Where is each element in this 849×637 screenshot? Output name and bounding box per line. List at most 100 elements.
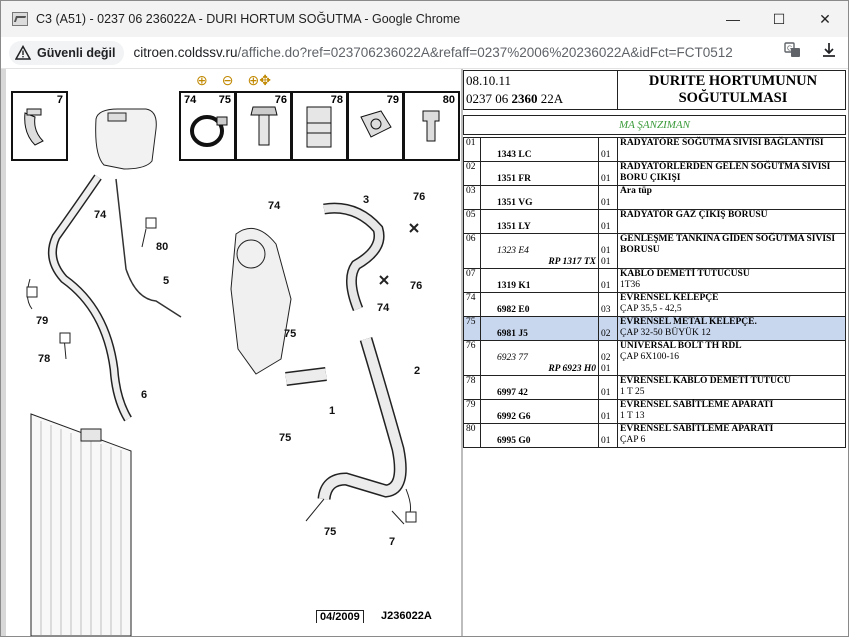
page-content: ⊕ ⊖ ⊕✥ 7 74 75 76 78 79 80 74 80 5 79 78…	[1, 69, 848, 636]
table-row[interactable]: 74 6982 E0 03 EVRENSEL KELEPÇE ÇAP 35,5 - 42…	[463, 292, 846, 317]
callout-79[interactable]: 79	[36, 315, 48, 327]
part-description: Ara tüp	[617, 185, 846, 210]
part-code-cell[interactable]: 6981 J5	[480, 316, 599, 341]
quantity: 01	[598, 185, 618, 210]
part-code[interactable]: 6997 42	[497, 388, 596, 399]
part-code[interactable]: 6982 E0	[497, 305, 596, 316]
part-code[interactable]: 6992 G6	[497, 412, 596, 423]
quantity: 01	[598, 161, 618, 186]
part-description: GENLEŞME TANKINA GİDEN SOĞUTMA SIVISI BO…	[617, 233, 846, 269]
quantity: 01	[598, 423, 618, 448]
part-code-cell[interactable]: 1351 FR	[480, 161, 599, 186]
callout-78[interactable]: 78	[38, 353, 50, 365]
item-number: 75	[463, 316, 481, 341]
table-row[interactable]: 05 1351 LY 01 RADYATÖR GAZ ÇIKIŞ BORUSU	[463, 209, 846, 234]
part-code[interactable]: 1319 K1	[497, 281, 596, 292]
part-code-cell[interactable]: 1351 VG	[480, 185, 599, 210]
item-number: 74	[463, 292, 481, 317]
catalog-reference: 0237 06 2360 22A	[466, 91, 564, 106]
parts-table: 01 1343 LC 01 RADYATÖRE SOĞUTMA SIVISI BAĞL…	[463, 137, 846, 448]
callout-80[interactable]: 80	[156, 241, 168, 253]
quantity: 01	[598, 375, 618, 400]
quantity: 02 01	[598, 340, 618, 376]
part-code-cell[interactable]: 6923 77 RP 6923 H0	[480, 340, 599, 376]
table-row[interactable]: 76 6923 77 RP 6923 H0 02 01 UNIVERSAL BOLT TH…	[463, 340, 846, 376]
table-row[interactable]: 01 1343 LC 01 RADYATÖRE SOĞUTMA SIVISI BAĞL…	[463, 137, 846, 162]
part-code[interactable]: 6923 77	[497, 353, 596, 364]
download-icon[interactable]	[820, 41, 838, 64]
callout-7[interactable]: 7	[389, 536, 395, 548]
callout-74[interactable]: 74	[94, 209, 106, 221]
item-number: 03	[463, 185, 481, 210]
url-field[interactable]: citroen.coldssv.ru/affiche.do?ref=023706…	[134, 45, 733, 60]
catalog-title: DURITE HORTUMUNUN SOĞUTULMASI	[648, 73, 818, 106]
callout-75[interactable]: 75	[279, 432, 291, 444]
part-description: RADYATÖR GAZ ÇIKIŞ BORUSU	[617, 209, 846, 234]
part-code[interactable]: 6995 G0	[497, 436, 596, 447]
item-number: 06	[463, 233, 481, 269]
table-row[interactable]: 80 6995 G0 01 EVRENSEL SABİTLEME APARATI ÇAP…	[463, 423, 846, 448]
browser-window: C3 (A51) - 0237 06 236022A - DURI HORTUM…	[0, 0, 849, 637]
item-number: 79	[463, 399, 481, 424]
callout-74[interactable]: 74	[377, 302, 389, 314]
part-code-cell[interactable]: 1351 LY	[480, 209, 599, 234]
part-code-cell[interactable]: 6982 E0	[480, 292, 599, 317]
table-row[interactable]: 07 1319 K1 01 KABLO DEMETİ TUTUCUSU 1T36	[463, 268, 846, 293]
close-button[interactable]: ✕	[802, 1, 848, 37]
callout-6[interactable]: 6	[141, 389, 147, 401]
callout-2[interactable]: 2	[414, 365, 420, 377]
part-code-cell[interactable]: 1319 K1	[480, 268, 599, 293]
maximize-button[interactable]: ☐	[756, 1, 802, 37]
table-row[interactable]: 79 6992 G6 01 EVRENSEL SABİTLEME APARATI 1 T…	[463, 399, 846, 424]
address-bar: Güvenli değil citroen.coldssv.ru/affiche…	[1, 37, 848, 69]
table-row[interactable]: 02 1351 FR 01 RADYATÖRLERDEN GELEN SOĞUTMA …	[463, 161, 846, 186]
part-code-cell[interactable]: 1343 LC	[480, 137, 599, 162]
translate-icon[interactable]: G	[784, 41, 802, 64]
item-number: 01	[463, 137, 481, 162]
callout-76[interactable]: 76	[410, 280, 422, 292]
part-description: RADYATÖRE SOĞUTMA SIVISI BAĞLANTISI	[617, 137, 846, 162]
part-description: UNIVERSAL BOLT TH RDL ÇAP 6X100-16	[617, 340, 846, 376]
part-code[interactable]: 1343 LC	[497, 150, 596, 161]
part-description: EVRENSEL METAL KELEPÇE. ÇAP 32-50 BÜYÜK 1…	[617, 316, 846, 341]
callout-5[interactable]: 5	[163, 275, 169, 287]
part-code[interactable]: 6981 J5	[497, 329, 596, 340]
item-number: 76	[463, 340, 481, 376]
part-code-cell[interactable]: 6995 G0	[480, 423, 599, 448]
part-code-cell[interactable]: 1323 E4 RP 1317 TX	[480, 233, 599, 269]
part-code[interactable]: 1351 VG	[497, 198, 596, 209]
part-code[interactable]: 1351 FR	[497, 174, 596, 185]
table-row[interactable]: 03 1351 VG 01 Ara tüp	[463, 185, 846, 210]
part-code[interactable]: 1323 E4	[497, 246, 596, 257]
url-host: citroen.coldssv.ru	[133, 45, 238, 60]
table-row[interactable]: 78 6997 42 01 EVRENSEL KABLO DEMETİ TUTUCU 1…	[463, 375, 846, 400]
callout-76[interactable]: 76	[413, 191, 425, 203]
part-code-cell[interactable]: 6992 G6	[480, 399, 599, 424]
parts-panel: 08.10.11 0237 06 2360 22A DURITE HORTUMU…	[463, 69, 848, 636]
replacement-code: RP 1317 TX	[548, 257, 596, 267]
part-description: EVRENSEL SABİTLEME APARATI ÇAP 6	[617, 423, 846, 448]
warning-triangle-icon	[15, 44, 31, 61]
part-description: KABLO DEMETİ TUTUCUSU 1T36	[617, 268, 846, 293]
url-path: /affiche.do?ref=023706236022A&refaff=023…	[237, 45, 733, 60]
replacement-code: RP 6923 H0	[548, 364, 596, 374]
site-favicon-icon	[12, 12, 28, 26]
quantity: 01	[598, 137, 618, 162]
item-number: 02	[463, 161, 481, 186]
part-code[interactable]: 1351 LY	[497, 222, 596, 233]
callout-74[interactable]: 74	[268, 200, 280, 212]
callout-3[interactable]: 3	[363, 194, 369, 206]
minimize-button[interactable]: —	[710, 1, 756, 37]
security-chip[interactable]: Güvenli değil	[9, 40, 124, 65]
quantity: 02	[598, 316, 618, 341]
parts-header: 08.10.11 0237 06 2360 22A DURITE HORTUMU…	[463, 70, 846, 110]
part-code-cell[interactable]: 6997 42	[480, 375, 599, 400]
callout-75[interactable]: 75	[324, 526, 336, 538]
quantity: 01	[598, 268, 618, 293]
callout-1[interactable]: 1	[329, 405, 335, 417]
table-row[interactable]: 75 6981 J5 02 EVRENSEL METAL KELEPÇE. ÇAP 32…	[463, 316, 846, 341]
diagram-code: J236022A	[381, 610, 432, 622]
callout-75[interactable]: 75	[284, 328, 296, 340]
table-row[interactable]: 06 1323 E4 RP 1317 TX 01 01 GENLEŞME TANKINA …	[463, 233, 846, 269]
part-description: EVRENSEL SABİTLEME APARATI 1 T 13	[617, 399, 846, 424]
